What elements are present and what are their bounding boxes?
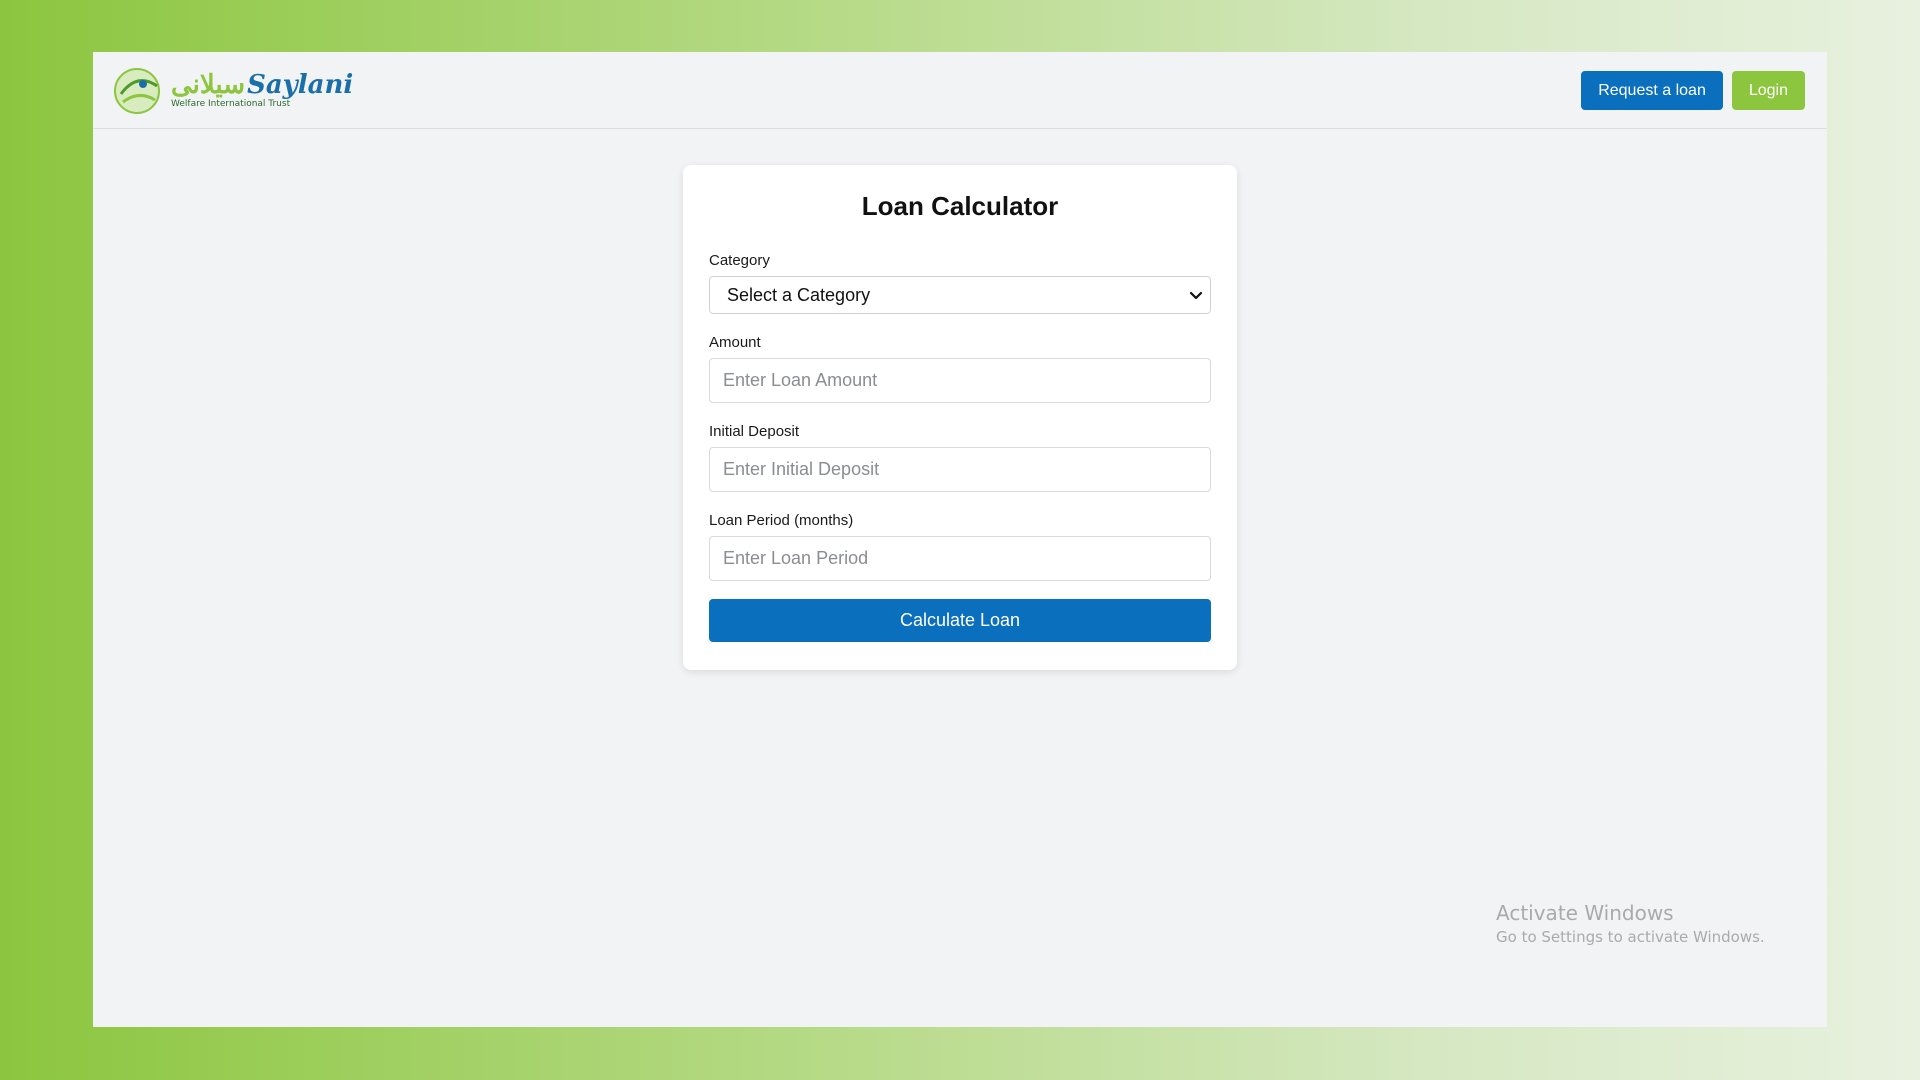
brand-tagline: Welfare International Trust	[171, 98, 291, 109]
brand-wordmark: سیلانی Saylani Welfare International Tru…	[171, 72, 353, 109]
category-selected-value: Select a Category	[727, 284, 871, 305]
period-field: Loan Period (months)	[709, 512, 1211, 581]
loan-calculator-card: Loan Calculator Category Select a Catego…	[683, 165, 1237, 670]
request-loan-button[interactable]: Request a loan	[1581, 71, 1723, 110]
amount-input[interactable]	[709, 358, 1211, 403]
period-label: Loan Period (months)	[709, 512, 854, 529]
navbar: سیلانی Saylani Welfare International Tru…	[93, 52, 1827, 129]
calculate-loan-button[interactable]: Calculate Loan	[709, 599, 1211, 642]
page-title: Loan Calculator	[861, 191, 1059, 221]
category-field: Category Select a Category	[709, 252, 1211, 314]
brand-urdu: سیلانی	[171, 69, 246, 100]
chevron-down-icon	[1188, 287, 1204, 303]
nav-actions: Request a loan Login	[1581, 71, 1805, 110]
watermark-title: Activate Windows	[1496, 901, 1674, 925]
deposit-field: Initial Deposit	[709, 423, 1211, 492]
deposit-label: Initial Deposit	[709, 423, 800, 440]
period-input[interactable]	[709, 536, 1211, 581]
category-select[interactable]: Select a Category	[709, 276, 1211, 314]
app-window: سیلانی Saylani Welfare International Tru…	[93, 52, 1827, 1027]
watermark-subtitle: Go to Settings to activate Windows.	[1496, 928, 1765, 946]
deposit-input[interactable]	[709, 447, 1211, 492]
amount-label: Amount	[709, 334, 761, 351]
brand-latin: Saylani	[247, 69, 354, 100]
saylani-logo-icon	[113, 64, 165, 116]
activation-watermark: Activate Windows Go to Settings to activ…	[1496, 901, 1765, 946]
brand-logo[interactable]: سیلانی Saylani Welfare International Tru…	[113, 62, 353, 118]
login-button[interactable]: Login	[1731, 71, 1805, 110]
category-label: Category	[709, 252, 770, 269]
amount-field: Amount	[709, 334, 1211, 403]
